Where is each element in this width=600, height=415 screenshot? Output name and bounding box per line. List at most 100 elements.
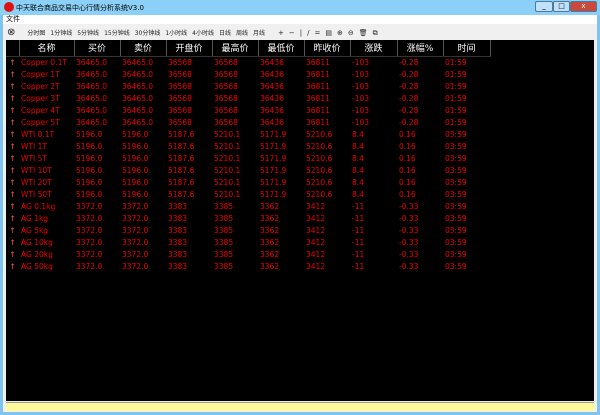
table-cell: 36568 xyxy=(168,105,192,115)
table-cell: 5210.1 xyxy=(214,189,241,199)
table-cell: 01:59 xyxy=(445,69,467,79)
column-header[interactable]: 买价 xyxy=(74,40,121,57)
table-cell: 5196.0 xyxy=(76,141,103,151)
table-cell: AG 0.1kg xyxy=(21,201,56,211)
table-row[interactable]: ↑ AG 50kg 3372.0 3372.0 3383 3385 3362 3412 -11 -… xyxy=(6,260,490,272)
table-cell: AG 1kg xyxy=(21,213,49,223)
table-cell: WTI 50T xyxy=(21,189,52,199)
period-button[interactable]: 周线 xyxy=(236,26,248,41)
arrow-up-icon: ↑ xyxy=(9,117,16,127)
period-button[interactable]: 1小时线 xyxy=(165,26,187,41)
table-cell: -103 xyxy=(352,81,370,91)
table-cell: -0.33 xyxy=(399,261,419,271)
arrow-up-icon: ↑ xyxy=(9,189,16,199)
menu-file[interactable]: 文件 xyxy=(6,15,20,23)
column-header[interactable]: 最高价 xyxy=(212,40,259,57)
chart-tool-button[interactable]: + xyxy=(278,26,284,41)
period-button[interactable]: 月线 xyxy=(253,26,265,41)
maximize-button[interactable]: □ xyxy=(553,1,570,12)
table-cell: 3362 xyxy=(260,249,280,259)
table-cell: 3362 xyxy=(260,261,280,271)
table-cell: 5210.1 xyxy=(214,177,241,187)
table-cell: -0.33 xyxy=(399,213,419,223)
table-cell: -103 xyxy=(352,105,370,115)
table-row[interactable]: ↑ AG 20kg 3372.0 3372.0 3383 3385 3362 3412 -11 -… xyxy=(6,248,490,260)
table-row[interactable]: ↑ Copper 1T 36465.0 36465.0 36568 36568 36436 3… xyxy=(6,68,490,80)
table-row[interactable]: ↑ AG 0.1kg 3372.0 3372.0 3383 3385 3362 3412 -11… xyxy=(6,200,490,212)
minimize-button[interactable]: _ xyxy=(535,1,553,12)
settings-icon[interactable]: ⊗ xyxy=(7,25,15,40)
table-cell: Copper 4T xyxy=(21,105,60,115)
chart-tool-button[interactable]: | xyxy=(300,26,302,41)
close-button[interactable]: x xyxy=(570,1,597,12)
table-row[interactable]: ↑ AG 1kg 3372.0 3372.0 3383 3385 3362 3412 -11 -0… xyxy=(6,212,490,224)
arrow-up-icon: ↑ xyxy=(9,129,16,139)
period-button[interactable]: 1分钟线 xyxy=(50,26,72,41)
status-bar xyxy=(6,402,594,411)
table-cell: 03:59 xyxy=(445,141,467,151)
table-cell: 36811 xyxy=(306,117,330,127)
chart-tool-button[interactable]: = xyxy=(315,26,321,41)
table-row[interactable]: ↑ Copper 3T 36465.0 36465.0 36568 36568 36436 3… xyxy=(6,92,490,104)
table-row[interactable]: ↑ WTI 20T 5196.0 5196.0 5187.6 5210.1 5171.9 52… xyxy=(6,176,490,188)
table-cell: 5171.9 xyxy=(260,165,287,175)
table-cell: 5171.9 xyxy=(260,129,287,139)
table-row[interactable]: ↑ Copper 2T 36465.0 36465.0 36568 36568 36436 3… xyxy=(6,80,490,92)
period-button[interactable]: 15分钟线 xyxy=(104,26,130,41)
table-cell: 03:59 xyxy=(445,165,467,175)
table-row[interactable]: ↑ WTI 1T 5196.0 5196.0 5187.6 5210.1 5171.9 521… xyxy=(6,140,490,152)
table-cell: 3372.0 xyxy=(122,249,149,259)
period-button[interactable]: 30分钟线 xyxy=(135,26,161,41)
chart-tool-button[interactable]: − xyxy=(289,26,295,41)
column-header[interactable]: 卖价 xyxy=(120,40,167,57)
table-cell: 5196.0 xyxy=(76,189,103,199)
column-header[interactable]: 涨跌 xyxy=(350,40,398,57)
table-cell: 0.16 xyxy=(399,189,416,199)
table-row[interactable]: ↑ AG 10kg 3372.0 3372.0 3383 3385 3362 3412 -11 -… xyxy=(6,236,490,248)
period-button[interactable]: 5分钟线 xyxy=(77,26,99,41)
table-cell: 0.16 xyxy=(399,141,416,151)
table-row[interactable]: ↑ WTI 10T 5196.0 5196.0 5187.6 5210.1 5171.9 52… xyxy=(6,164,490,176)
table-cell: 01:59 xyxy=(445,93,467,103)
chart-tool-button[interactable]: 🗑 xyxy=(359,26,368,41)
chart-tool-button[interactable]: ⊖ xyxy=(348,26,354,41)
table-cell: 36436 xyxy=(260,105,284,115)
table-cell: -11 xyxy=(352,249,365,259)
chart-tool-button[interactable]: / xyxy=(307,26,309,41)
table-cell: 5187.6 xyxy=(168,165,195,175)
column-header[interactable]: 昨收价 xyxy=(304,40,351,57)
column-header[interactable]: 名称 xyxy=(19,40,75,57)
table-row[interactable]: ↑ Copper 0.1T 36465.0 36465.0 36568 36568 3643… xyxy=(6,56,490,68)
table-cell: 8.4 xyxy=(352,189,364,199)
table-cell: 36568 xyxy=(214,57,238,67)
table-cell: 3372.0 xyxy=(76,213,103,223)
table-cell: 3385 xyxy=(214,249,234,259)
table-row[interactable]: ↑ Copper 4T 36465.0 36465.0 36568 36568 36436 3… xyxy=(6,104,490,116)
period-button[interactable]: 4小时线 xyxy=(192,26,214,41)
table-cell: 36465.0 xyxy=(122,93,154,103)
chart-tool-button[interactable]: ▤ xyxy=(325,26,332,41)
table-row[interactable]: ↑ WTI 0.1T 5196.0 5196.0 5187.6 5210.1 5171.9 5… xyxy=(6,128,490,140)
table-cell: 3362 xyxy=(260,237,280,247)
column-header[interactable]: 时间 xyxy=(443,40,491,57)
table-cell: -0.28 xyxy=(399,117,419,127)
table-cell: 01:59 xyxy=(445,105,467,115)
chart-tool-button[interactable]: ⊕ xyxy=(337,26,343,41)
table-row[interactable]: ↑ WTI 50T 5196.0 5196.0 5187.6 5210.1 5171.9 52… xyxy=(6,188,490,200)
table-cell: 3372.0 xyxy=(122,225,149,235)
window-title: 中天联合商品交易中心行情分析系统V3.0 xyxy=(16,4,144,12)
table-row[interactable]: ↑ Copper 5T 36465.0 36465.0 36568 36568 36436 3… xyxy=(6,116,490,128)
column-header[interactable]: 开盘价 xyxy=(166,40,213,57)
chart-tool-button[interactable]: ⧉ xyxy=(373,26,378,41)
period-button[interactable]: 分时图 xyxy=(27,26,45,41)
arrow-up-icon: ↑ xyxy=(9,237,16,247)
table-cell: 3385 xyxy=(214,261,234,271)
table-cell: -11 xyxy=(352,213,365,223)
table-row[interactable]: ↑ AG 5kg 3372.0 3372.0 3383 3385 3362 3412 -11 -0… xyxy=(6,224,490,236)
table-row[interactable]: ↑ WTI 5T 5196.0 5196.0 5187.6 5210.1 5171.9 521… xyxy=(6,152,490,164)
column-header[interactable]: 最低价 xyxy=(258,40,305,57)
table-cell: -11 xyxy=(352,237,365,247)
column-header[interactable] xyxy=(6,40,20,57)
column-header[interactable]: 涨幅% xyxy=(397,40,444,57)
period-button[interactable]: 日线 xyxy=(219,26,231,41)
